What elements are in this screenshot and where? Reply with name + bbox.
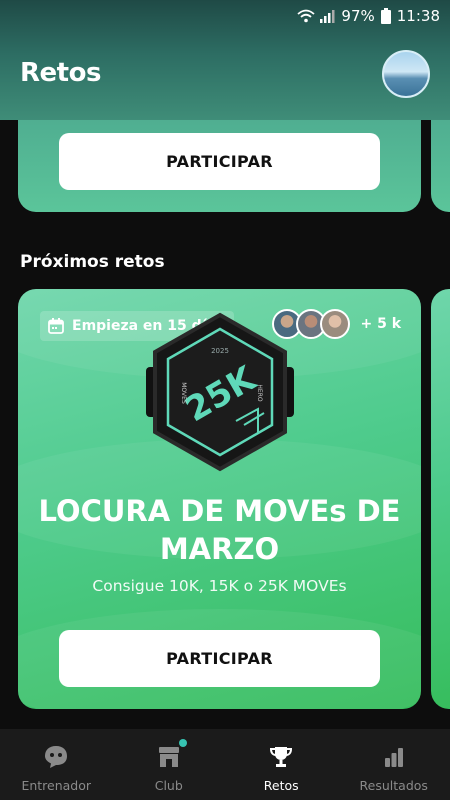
notification-dot [178, 739, 187, 747]
badge-left-text: MOVES [180, 382, 187, 404]
challenge-title: LOCURA DE MOVEs DE MARZO [38, 494, 401, 566]
badge-right-text: HERO [256, 384, 263, 401]
nav-item-retos[interactable]: Retos [225, 729, 338, 800]
profile-avatar[interactable] [382, 50, 430, 98]
nav-label: Entrenador [21, 778, 92, 793]
challenge-subtitle: Consigue 10K, 15K o 25K MOVEs [92, 577, 347, 595]
signal-icon [320, 10, 335, 23]
bar-chart-icon [381, 740, 407, 774]
chat-icon [43, 740, 69, 774]
participant-count: + 5 k [360, 316, 401, 332]
nav-item-resultados[interactable]: Resultados [338, 729, 450, 800]
bottom-navigation: Entrenador Club Retos Resultados [0, 729, 450, 800]
wifi-icon [297, 9, 316, 23]
nav-label: Retos [263, 778, 299, 793]
participar-button[interactable]: PARTICIPAR [59, 630, 380, 687]
page-title: Retos [20, 58, 101, 88]
calendar-icon [48, 318, 64, 334]
clock: 11:38 [396, 7, 440, 25]
badge-year: 2025 [211, 347, 229, 355]
status-bar: 97% 11:38 [0, 0, 450, 32]
upcoming-challenge-card[interactable]: Empieza en 15 días + 5 k 2025 25K MOVES … [18, 289, 421, 709]
next-card-peek[interactable] [431, 289, 450, 709]
participar-button[interactable]: PARTICIPAR [59, 133, 380, 190]
store-icon [156, 740, 182, 774]
nav-label: Resultados [359, 778, 428, 793]
nav-item-club[interactable]: Club [113, 729, 226, 800]
nav-label: Club [154, 778, 183, 793]
status-icons [297, 9, 335, 23]
participant-avatar [320, 309, 351, 339]
nav-item-entrenador[interactable]: Entrenador [0, 729, 113, 800]
battery-icon [380, 8, 391, 24]
trophy-icon [268, 740, 294, 774]
battery-level: 97% [341, 7, 375, 25]
section-title-upcoming: Próximos retos [20, 252, 165, 272]
challenge-badge-image: 2025 25K MOVES HERO [146, 312, 294, 472]
